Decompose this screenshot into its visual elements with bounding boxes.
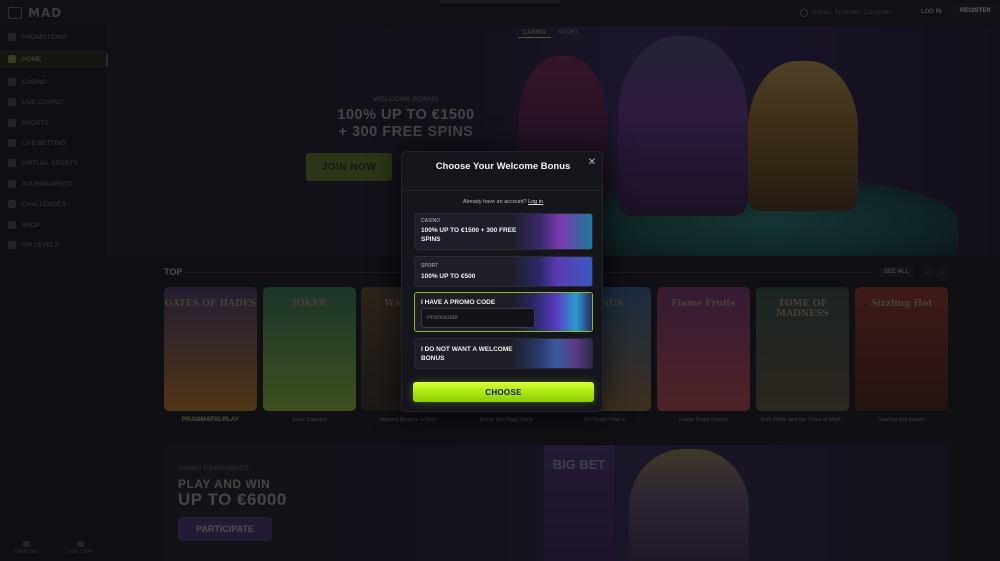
option-text: I DO NOT WANT A WELCOME BONUS: [421, 346, 513, 362]
option-category: CASINO: [421, 218, 441, 224]
modal-divider: [402, 190, 604, 191]
page: MAD Games, Providers, Categories LOG IN …: [0, 0, 1000, 561]
login-link[interactable]: Log in: [528, 199, 543, 205]
promocode-input[interactable]: [421, 308, 535, 328]
option-text: 100% UP TO €500: [421, 273, 476, 280]
bonus-option-casino[interactable]: CASINO 100% UP TO €1500 + 300 FREE SPINS: [414, 213, 593, 250]
modal-title: Choose Your Welcome Bonus: [435, 161, 571, 172]
close-icon[interactable]: ✕: [587, 158, 597, 168]
welcome-bonus-modal: Choose Your Welcome Bonus ✕ Already have…: [401, 151, 604, 412]
account-prompt: Already have an account? Log in: [402, 199, 604, 205]
bonus-option-no-bonus[interactable]: I DO NOT WANT A WELCOME BONUS: [414, 338, 593, 369]
account-text: Already have an account?: [462, 199, 527, 205]
bonus-option-promo-code[interactable]: I HAVE A PROMO CODE: [414, 292, 593, 332]
option-category: SPORT: [421, 263, 439, 269]
choose-button[interactable]: CHOOSE: [413, 382, 594, 402]
bonus-option-sport[interactable]: SPORT 100% UP TO €500: [414, 256, 593, 287]
option-text: 100% UP TO €1500 + 300 FREE SPINS: [421, 227, 517, 243]
option-text: I HAVE A PROMO CODE: [421, 299, 496, 306]
